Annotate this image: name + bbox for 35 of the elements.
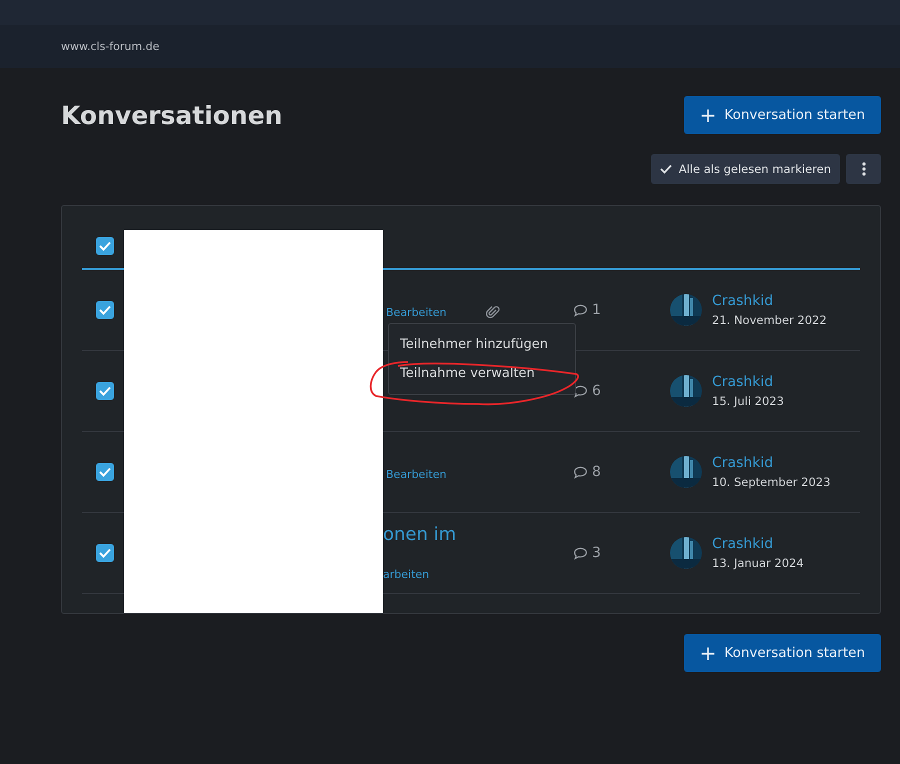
more-options-button[interactable]	[846, 154, 881, 184]
author-link[interactable]: Crashkid	[712, 293, 827, 309]
edit-link[interactable]: Bearbeiten	[386, 468, 446, 480]
row-checkbox[interactable]	[96, 544, 114, 562]
check-icon	[660, 164, 672, 174]
comment-icon	[573, 466, 588, 478]
reply-count: 3	[592, 545, 601, 561]
reply-count: 6	[592, 383, 601, 399]
comment-icon	[573, 546, 588, 560]
edit-link[interactable]: arbeiten	[383, 568, 430, 581]
conversation-date: 13. Januar 2024	[712, 556, 804, 570]
page-title: Konversationen	[61, 100, 282, 130]
start-conversation-button[interactable]: + Konversation starten	[684, 96, 881, 134]
start-conversation-button[interactable]: + Konversation starten	[684, 634, 881, 672]
comment-icon	[573, 384, 588, 398]
author-link[interactable]: Crashkid	[712, 536, 804, 552]
comment-icon	[573, 304, 588, 316]
menu-item[interactable]: Teilnahme verwalten	[389, 359, 575, 388]
reply-count: 8	[592, 464, 601, 480]
conversation-title[interactable]: onen im	[383, 524, 573, 544]
more-icon	[862, 162, 866, 176]
menu-item[interactable]: Teilnehmer hinzufügen	[389, 330, 575, 359]
author-link[interactable]: Crashkid	[712, 374, 784, 390]
row-checkbox[interactable]	[96, 301, 114, 319]
conversation-date: 21. November 2022	[712, 313, 827, 327]
row-checkbox[interactable]	[96, 382, 114, 400]
author-link[interactable]: Crashkid	[712, 455, 830, 471]
site-url[interactable]: www.cls-forum.de	[61, 40, 160, 53]
row-checkbox[interactable]	[96, 463, 114, 481]
conversation-date: 10. September 2023	[712, 475, 830, 489]
edit-link[interactable]: Bearbeiten	[386, 306, 446, 318]
mark-all-read-button[interactable]: Alle als gelesen markieren	[650, 154, 840, 184]
select-all-checkbox[interactable]	[96, 237, 114, 255]
conversation-date: 15. Juli 2023	[712, 394, 784, 408]
reply-count: 1	[592, 302, 601, 318]
